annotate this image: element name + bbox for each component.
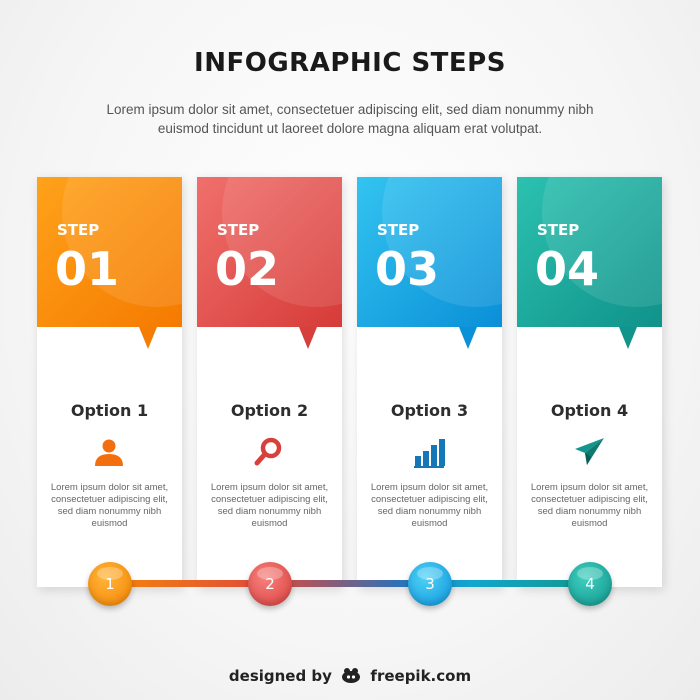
step-number: 02	[215, 242, 280, 296]
step-card-2: STEP 02 Option 2 Lorem ipsum dolor sit a…	[197, 177, 342, 587]
header-pointer	[459, 327, 477, 349]
option-description: Lorem ipsum dolor sit amet, consectetuer…	[50, 482, 169, 529]
credit-line: designed by freepik.com	[0, 666, 700, 685]
step-label: STEP	[217, 221, 260, 239]
step-label: STEP	[377, 221, 420, 239]
page-subtitle: Lorem ipsum dolor sit amet, consectetuer…	[106, 102, 594, 136]
step-label: STEP	[57, 221, 100, 239]
header-pointer	[139, 327, 157, 349]
credit-brand[interactable]: freepik.com	[370, 667, 471, 685]
search-icon	[254, 437, 282, 466]
step-card-header: STEP 02	[197, 177, 342, 327]
credit-prefix: designed by	[228, 667, 332, 685]
step-card-4: STEP 04 Option 4 Lorem ipsum dolor sit a…	[517, 177, 662, 587]
user-icon	[95, 439, 123, 466]
step-dot-1: 1	[88, 562, 132, 606]
option-title: Option 1	[70, 401, 149, 420]
timeline-connector	[110, 580, 590, 587]
step-card-1: STEP 01 Option 1 Lorem ipsum dolor sit a…	[37, 177, 182, 587]
step-number: 01	[55, 242, 120, 296]
option-description: Lorem ipsum dolor sit amet, consectetuer…	[370, 482, 489, 529]
step-dot-3: 3	[408, 562, 452, 606]
option-description: Lorem ipsum dolor sit amet, consectetuer…	[530, 482, 649, 529]
header-pointer	[619, 327, 637, 349]
bar-chart-icon	[414, 439, 445, 468]
page-title: INFOGRAPHIC STEPS	[194, 48, 506, 78]
step-card-3: STEP 03 Option 3 Lorem ipsum dolor sit a…	[357, 177, 502, 587]
step-card-header: STEP 03	[357, 177, 502, 327]
step-number: 04	[535, 242, 600, 296]
paper-plane-icon	[575, 438, 604, 465]
step-number: 03	[375, 242, 440, 296]
freepik-logo-icon	[342, 668, 361, 683]
step-dot-2: 2	[248, 562, 292, 606]
option-title: Option 3	[390, 401, 469, 420]
option-title: Option 2	[230, 401, 309, 420]
step-dot-4: 4	[568, 562, 612, 606]
option-title: Option 4	[550, 401, 629, 420]
header-pointer	[299, 327, 317, 349]
step-card-header: STEP 04	[517, 177, 662, 327]
step-card-header: STEP 01	[37, 177, 182, 327]
step-label: STEP	[537, 221, 580, 239]
option-description: Lorem ipsum dolor sit amet, consectetuer…	[210, 482, 329, 529]
